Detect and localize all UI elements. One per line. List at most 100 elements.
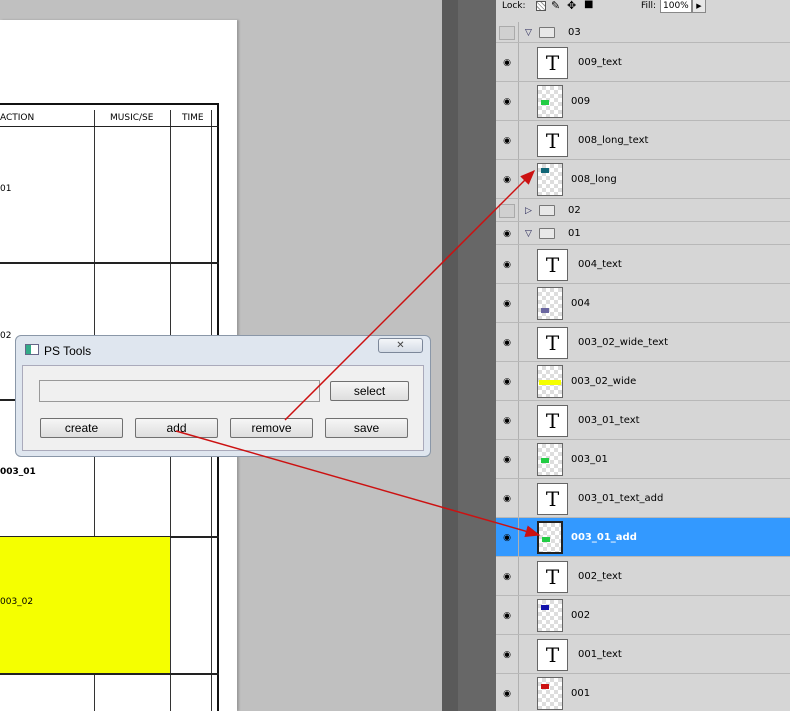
layer-row-02[interactable]: ▷ 02 [496,199,790,222]
layer-thumbnail [537,521,563,554]
close-icon: ✕ [396,340,405,351]
layer-row-004[interactable]: ◉ 004 [496,284,790,323]
eye-icon[interactable]: ◉ [499,610,515,622]
layer-row-03[interactable]: ▽ 03 [496,22,790,43]
layer-color-swatch [541,168,549,173]
row-rule [0,673,219,675]
remove-button[interactable]: remove [230,418,313,438]
column-divider [518,284,519,322]
column-divider [518,160,519,198]
eye-icon[interactable]: ◉ [499,532,515,544]
layer-color-swatch [541,605,549,610]
layer-row-002_text[interactable]: ◉ T 002_text [496,557,790,596]
layer-row-002[interactable]: ◉ 002 [496,596,790,635]
create-button[interactable]: create [40,418,123,438]
layer-row-009_text[interactable]: ◉ T 009_text [496,43,790,82]
column-divider [518,557,519,595]
layer-color-swatch [541,684,549,689]
layer-name: 003_01_text [578,415,640,426]
eye-icon[interactable]: ◉ [499,228,515,240]
column-divider [518,635,519,673]
column-divider [518,440,519,478]
cell-label: 003_01 [0,467,36,477]
fill-dropdown-icon[interactable]: ▶ [692,0,706,13]
folder-icon [539,205,555,216]
eye-icon[interactable]: ◉ [499,298,515,310]
visibility-toggle[interactable] [499,204,515,218]
layer-row-008_long_text[interactable]: ◉ T 008_long_text [496,121,790,160]
layer-row-003_02_wide[interactable]: ◉ 003_02_wide [496,362,790,401]
select-button[interactable]: select [330,381,409,401]
layer-row-003_02_wide_text[interactable]: ◉ T 003_02_wide_text [496,323,790,362]
eye-icon[interactable]: ◉ [499,57,515,69]
eye-icon[interactable]: ◉ [499,415,515,427]
move-icon[interactable]: ✥ [567,0,576,12]
layer-thumbnail [537,677,563,710]
close-button[interactable]: ✕ [378,338,423,353]
layer-color-swatch [541,308,549,313]
layer-name: 003_01_add [571,532,637,543]
layer-name: 008_long_text [578,135,649,146]
row-rule [0,262,219,264]
lock-transparent-icon[interactable] [536,1,546,11]
eye-icon[interactable]: ◉ [499,688,515,700]
lock-bar: Lock: ✎ ✥ ■ Fill: 100% ▶ [496,0,790,14]
save-button[interactable]: save [325,418,408,438]
layer-row-008_long[interactable]: ◉ 008_long [496,160,790,199]
layer-row-003_01[interactable]: ◉ 003_01 [496,440,790,479]
eye-icon[interactable]: ◉ [499,337,515,349]
layer-row-003_01_text[interactable]: ◉ T 003_01_text [496,401,790,440]
layer-name: 02 [568,205,581,216]
cell-label: 003_02 [0,597,34,607]
eye-icon[interactable]: ◉ [499,174,515,186]
layer-name: 003_02_wide [571,376,637,387]
eye-icon[interactable]: ◉ [499,571,515,583]
ps-tools-dialog: PS Tools ✕ select create add remove save [15,335,431,457]
add-button[interactable]: add [135,418,218,438]
brush-icon[interactable]: ✎ [551,0,560,12]
eye-icon[interactable]: ◉ [499,493,515,505]
eye-icon[interactable]: ◉ [499,96,515,108]
eye-icon[interactable]: ◉ [499,135,515,147]
layer-thumbnail [537,365,563,398]
fill-input[interactable]: 100% [660,0,692,13]
layer-name: 01 [568,228,581,239]
layer-name: 009 [571,96,591,107]
layer-row-01[interactable]: ◉ ▽ 01 [496,222,790,245]
column-divider [518,674,519,711]
expand-icon[interactable]: ▷ [525,205,532,217]
collapse-icon[interactable]: ▽ [525,27,532,39]
eye-icon[interactable]: ◉ [499,259,515,271]
header-music: MUSIC/SE [110,113,154,123]
layer-name: 002 [571,610,591,621]
lock-icon[interactable]: ■ [584,0,593,10]
text-layer-icon: T [537,327,568,359]
cell-label: 01 [0,184,12,194]
eye-icon[interactable]: ◉ [499,649,515,661]
layer-name: 003_02_wide_text [578,337,669,348]
layer-name: 002_text [578,571,622,582]
path-input[interactable] [39,380,320,402]
layer-row-003_01_add[interactable]: ◉ 003_01_add [496,518,790,557]
layer-row-004_text[interactable]: ◉ T 004_text [496,245,790,284]
layer-row-001[interactable]: ◉ 001 [496,674,790,711]
layer-row-003_01_text_add[interactable]: ◉ T 003_01_text_add [496,479,790,518]
layer-thumbnail [537,287,563,320]
layer-row-001_text[interactable]: ◉ T 001_text [496,635,790,674]
text-layer-icon: T [537,639,568,671]
eye-icon[interactable]: ◉ [499,454,515,466]
layer-name: 008_long [571,174,617,185]
workspace-divider [442,0,458,711]
column-divider [518,401,519,439]
folder-icon [539,27,555,38]
cell-label: 02 [0,331,12,341]
lock-label: Lock: [502,1,526,11]
collapse-icon[interactable]: ▽ [525,228,532,240]
layer-row-009[interactable]: ◉ 009 [496,82,790,121]
column-divider [518,362,519,400]
column-divider [518,22,519,42]
dialog-body: select create add remove save [22,365,424,451]
column-divider [518,121,519,159]
visibility-toggle[interactable] [499,26,515,40]
eye-icon[interactable]: ◉ [499,376,515,388]
